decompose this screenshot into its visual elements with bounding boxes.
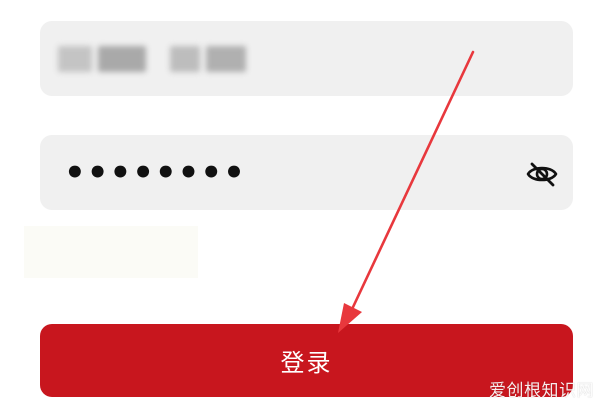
login-screen: •••••••• 登录 爱创根知识网 — [0, 0, 600, 405]
eye-slash-icon[interactable] — [525, 157, 559, 191]
password-input[interactable]: •••••••• — [40, 135, 573, 210]
account-input[interactable] — [40, 21, 573, 96]
password-value: •••••••• — [64, 153, 246, 193]
blurred-account-value — [58, 42, 246, 76]
hidden-region — [24, 226, 198, 278]
watermark-text: 爱创根知识网 — [489, 381, 594, 401]
